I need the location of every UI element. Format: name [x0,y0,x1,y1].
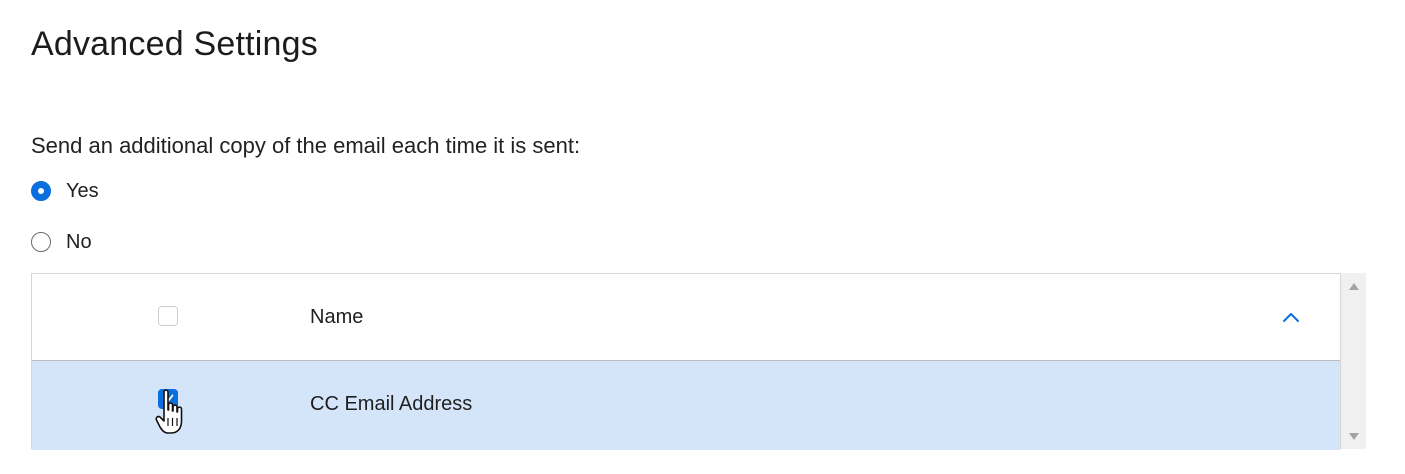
chevron-up-icon [1283,313,1299,322]
scroll-down-button[interactable] [1341,425,1366,447]
table-row[interactable]: CC Email Address [32,361,1340,450]
advanced-settings-page: Advanced Settings Send an additional cop… [0,0,1405,474]
triangle-up-icon [1348,282,1359,290]
page-title: Advanced Settings [31,25,318,63]
radio-yes-label: Yes [66,180,99,202]
radio-no-label: No [66,231,92,253]
radio-yes-button[interactable] [31,181,51,201]
row-checkbox-cell [158,389,178,409]
radio-option-yes[interactable]: Yes [31,178,99,204]
row-name-cell: CC Email Address [310,393,473,415]
radio-option-no[interactable]: No [31,229,92,255]
select-all-checkbox[interactable] [158,306,178,326]
table-scrollbar[interactable] [1341,273,1366,449]
cc-question-label: Send an additional copy of the email eac… [31,133,581,158]
select-all-cell [158,306,178,326]
sort-toggle-button[interactable] [1278,304,1304,330]
recipients-table: Name CC Email Address [31,273,1341,450]
scroll-up-button[interactable] [1341,275,1366,297]
checkmark-icon [163,394,174,404]
triangle-down-icon [1348,432,1359,440]
table-header: Name [32,274,1340,361]
row-checkbox[interactable] [158,389,178,409]
radio-no-button[interactable] [31,232,51,252]
column-header-name[interactable]: Name [310,304,363,330]
